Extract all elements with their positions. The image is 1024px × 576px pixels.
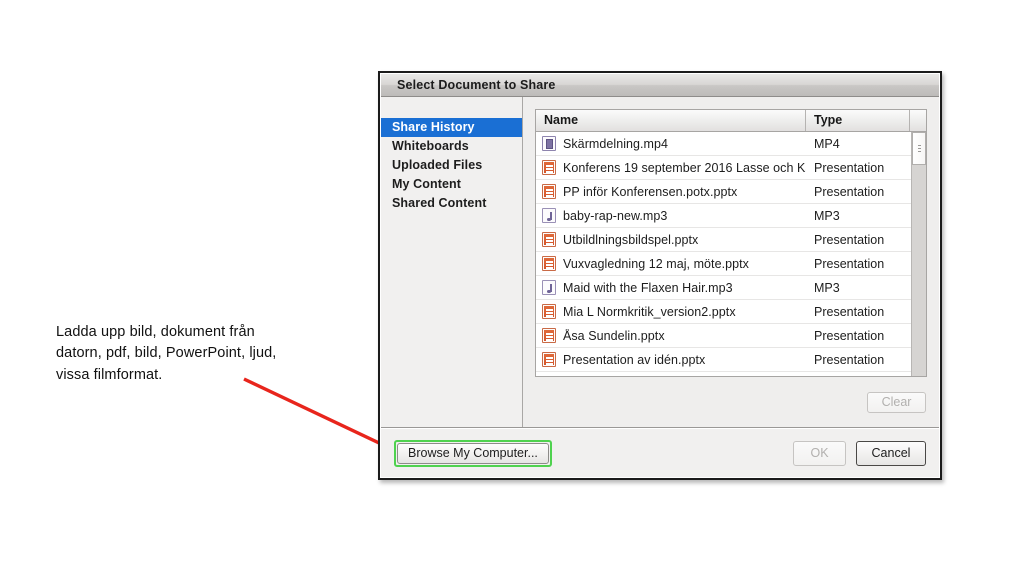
dialog-inner-frame: Select Document to Share Share History W…	[380, 73, 940, 478]
clear-button-label: Clear	[881, 395, 912, 409]
table-row[interactable]: Vuxvagledning 12 maj, möte.pptx Presenta…	[536, 252, 926, 276]
table-header-row: Name Type	[536, 110, 926, 132]
cell-name: Mia L Normkritik_version2.pptx	[536, 304, 806, 319]
vertical-scrollbar[interactable]	[911, 132, 926, 376]
column-header-name[interactable]: Name	[536, 110, 806, 131]
powerpoint-file-icon	[542, 232, 556, 247]
column-header-type[interactable]: Type	[806, 110, 910, 131]
cancel-button-label: Cancel	[871, 446, 911, 460]
column-header-spacer	[910, 110, 926, 131]
sidebar-item-whiteboards[interactable]: Whiteboards	[381, 137, 522, 156]
dialog-body: Share History Whiteboards Uploaded Files…	[381, 97, 939, 428]
content-pane: Name Type Skärmdelning.mp4 MP4 Konferens…	[523, 97, 939, 427]
cell-name: Åsa Sundelin.pptx	[536, 328, 806, 343]
table-row[interactable]: Mia L Normkritik_version2.pptx Presentat…	[536, 300, 926, 324]
powerpoint-file-icon	[542, 256, 556, 271]
ok-button[interactable]: OK	[793, 440, 846, 466]
browse-button-label: Browse My Computer...	[408, 446, 538, 460]
file-name: Maid with the Flaxen Hair.mp3	[563, 280, 733, 295]
scrollbar-grip-icon	[917, 145, 921, 152]
annotation-text: Ladda upp bild, dokument från datorn, pd…	[56, 324, 277, 383]
cancel-button[interactable]: Cancel	[856, 440, 926, 466]
powerpoint-file-icon	[542, 184, 556, 199]
file-type: MP3	[814, 208, 840, 223]
powerpoint-file-icon	[542, 160, 556, 175]
file-name: baby-rap-new.mp3	[563, 208, 668, 223]
file-type: Presentation	[814, 160, 885, 175]
table-row[interactable]: Utbildlningsbildspel.pptx Presentation	[536, 228, 926, 252]
cell-name: Konferens 19 september 2016 Lasse och Ka…	[536, 160, 806, 175]
file-name: Åsa Sundelin.pptx	[563, 328, 665, 343]
select-document-dialog: Select Document to Share Share History W…	[378, 71, 942, 480]
file-name: Utbildlningsbildspel.pptx	[563, 232, 699, 247]
file-name: Mia L Normkritik_version2.pptx	[563, 304, 736, 319]
ok-button-label: OK	[810, 446, 829, 460]
file-type: Presentation	[814, 232, 885, 247]
sidebar-item-uploaded-files[interactable]: Uploaded Files	[381, 156, 522, 175]
clear-button-row: Clear	[535, 377, 927, 427]
video-file-icon	[542, 136, 556, 151]
cell-name: Skärmdelning.mp4	[536, 136, 806, 151]
file-type: Presentation	[814, 328, 885, 343]
scrollbar-thumb[interactable]	[912, 132, 926, 165]
powerpoint-file-icon	[542, 304, 556, 319]
powerpoint-file-icon	[542, 328, 556, 343]
cell-name: Presentation av idén.pptx	[536, 352, 806, 367]
cell-name: PP inför Konferensen.potx.pptx	[536, 184, 806, 199]
cell-name: Maid with the Flaxen Hair.mp3	[536, 280, 806, 295]
file-name: Presentation av idén.pptx	[563, 352, 706, 367]
file-type: Presentation	[814, 256, 885, 271]
sidebar: Share History Whiteboards Uploaded Files…	[381, 97, 523, 427]
cell-name: baby-rap-new.mp3	[536, 208, 806, 223]
file-type: Presentation	[814, 352, 885, 367]
table-row[interactable]: Åsa Sundelin.pptx Presentation	[536, 324, 926, 348]
sidebar-item-label: Uploaded Files	[392, 158, 483, 172]
file-list-rows: Skärmdelning.mp4 MP4 Konferens 19 septem…	[536, 132, 926, 376]
browse-button-highlight: Browse My Computer...	[394, 439, 552, 467]
audio-file-icon	[542, 280, 556, 295]
file-type: MP4	[814, 136, 840, 151]
sidebar-item-shared-content[interactable]: Shared Content	[381, 194, 522, 213]
cell-name: Utbildlningsbildspel.pptx	[536, 232, 806, 247]
sidebar-item-label: Whiteboards	[392, 139, 469, 153]
sidebar-item-label: Share History	[392, 120, 475, 134]
dialog-title: Select Document to Share	[397, 78, 556, 92]
audio-file-icon	[542, 208, 556, 223]
sidebar-item-label: Shared Content	[392, 196, 487, 210]
file-name: Konferens 19 september 2016 Lasse och Ka…	[563, 160, 806, 175]
sidebar-item-label: My Content	[392, 177, 462, 191]
clear-button[interactable]: Clear	[867, 391, 926, 413]
file-list-table: Name Type Skärmdelning.mp4 MP4 Konferens…	[535, 109, 927, 377]
file-type: Presentation	[814, 184, 885, 199]
table-row[interactable]: PP inför Konferensen.potx.pptx Presentat…	[536, 180, 926, 204]
file-name: PP inför Konferensen.potx.pptx	[563, 184, 738, 199]
cell-name: Vuxvagledning 12 maj, möte.pptx	[536, 256, 806, 271]
table-row[interactable]: Konferens 19 september 2016 Lasse och Ka…	[536, 156, 926, 180]
file-type: Presentation	[814, 304, 885, 319]
dialog-footer: Browse My Computer... OK Cancel	[381, 428, 939, 477]
table-row[interactable]: baby-rap-new.mp3 MP3	[536, 204, 926, 228]
table-row[interactable]: Maid with the Flaxen Hair.mp3 MP3	[536, 276, 926, 300]
powerpoint-file-icon	[542, 352, 556, 367]
file-name: Skärmdelning.mp4	[563, 136, 669, 151]
file-type: MP3	[814, 280, 840, 295]
table-row[interactable]: Skärmdelning.mp4 MP4	[536, 132, 926, 156]
sidebar-item-share-history[interactable]: Share History	[381, 118, 522, 137]
file-name: Vuxvagledning 12 maj, möte.pptx	[563, 256, 749, 271]
dialog-titlebar: Select Document to Share	[381, 74, 939, 97]
browse-my-computer-button[interactable]: Browse My Computer...	[397, 442, 549, 464]
sidebar-item-my-content[interactable]: My Content	[381, 175, 522, 194]
table-row[interactable]: Presentation av idén.pptx Presentation	[536, 348, 926, 372]
